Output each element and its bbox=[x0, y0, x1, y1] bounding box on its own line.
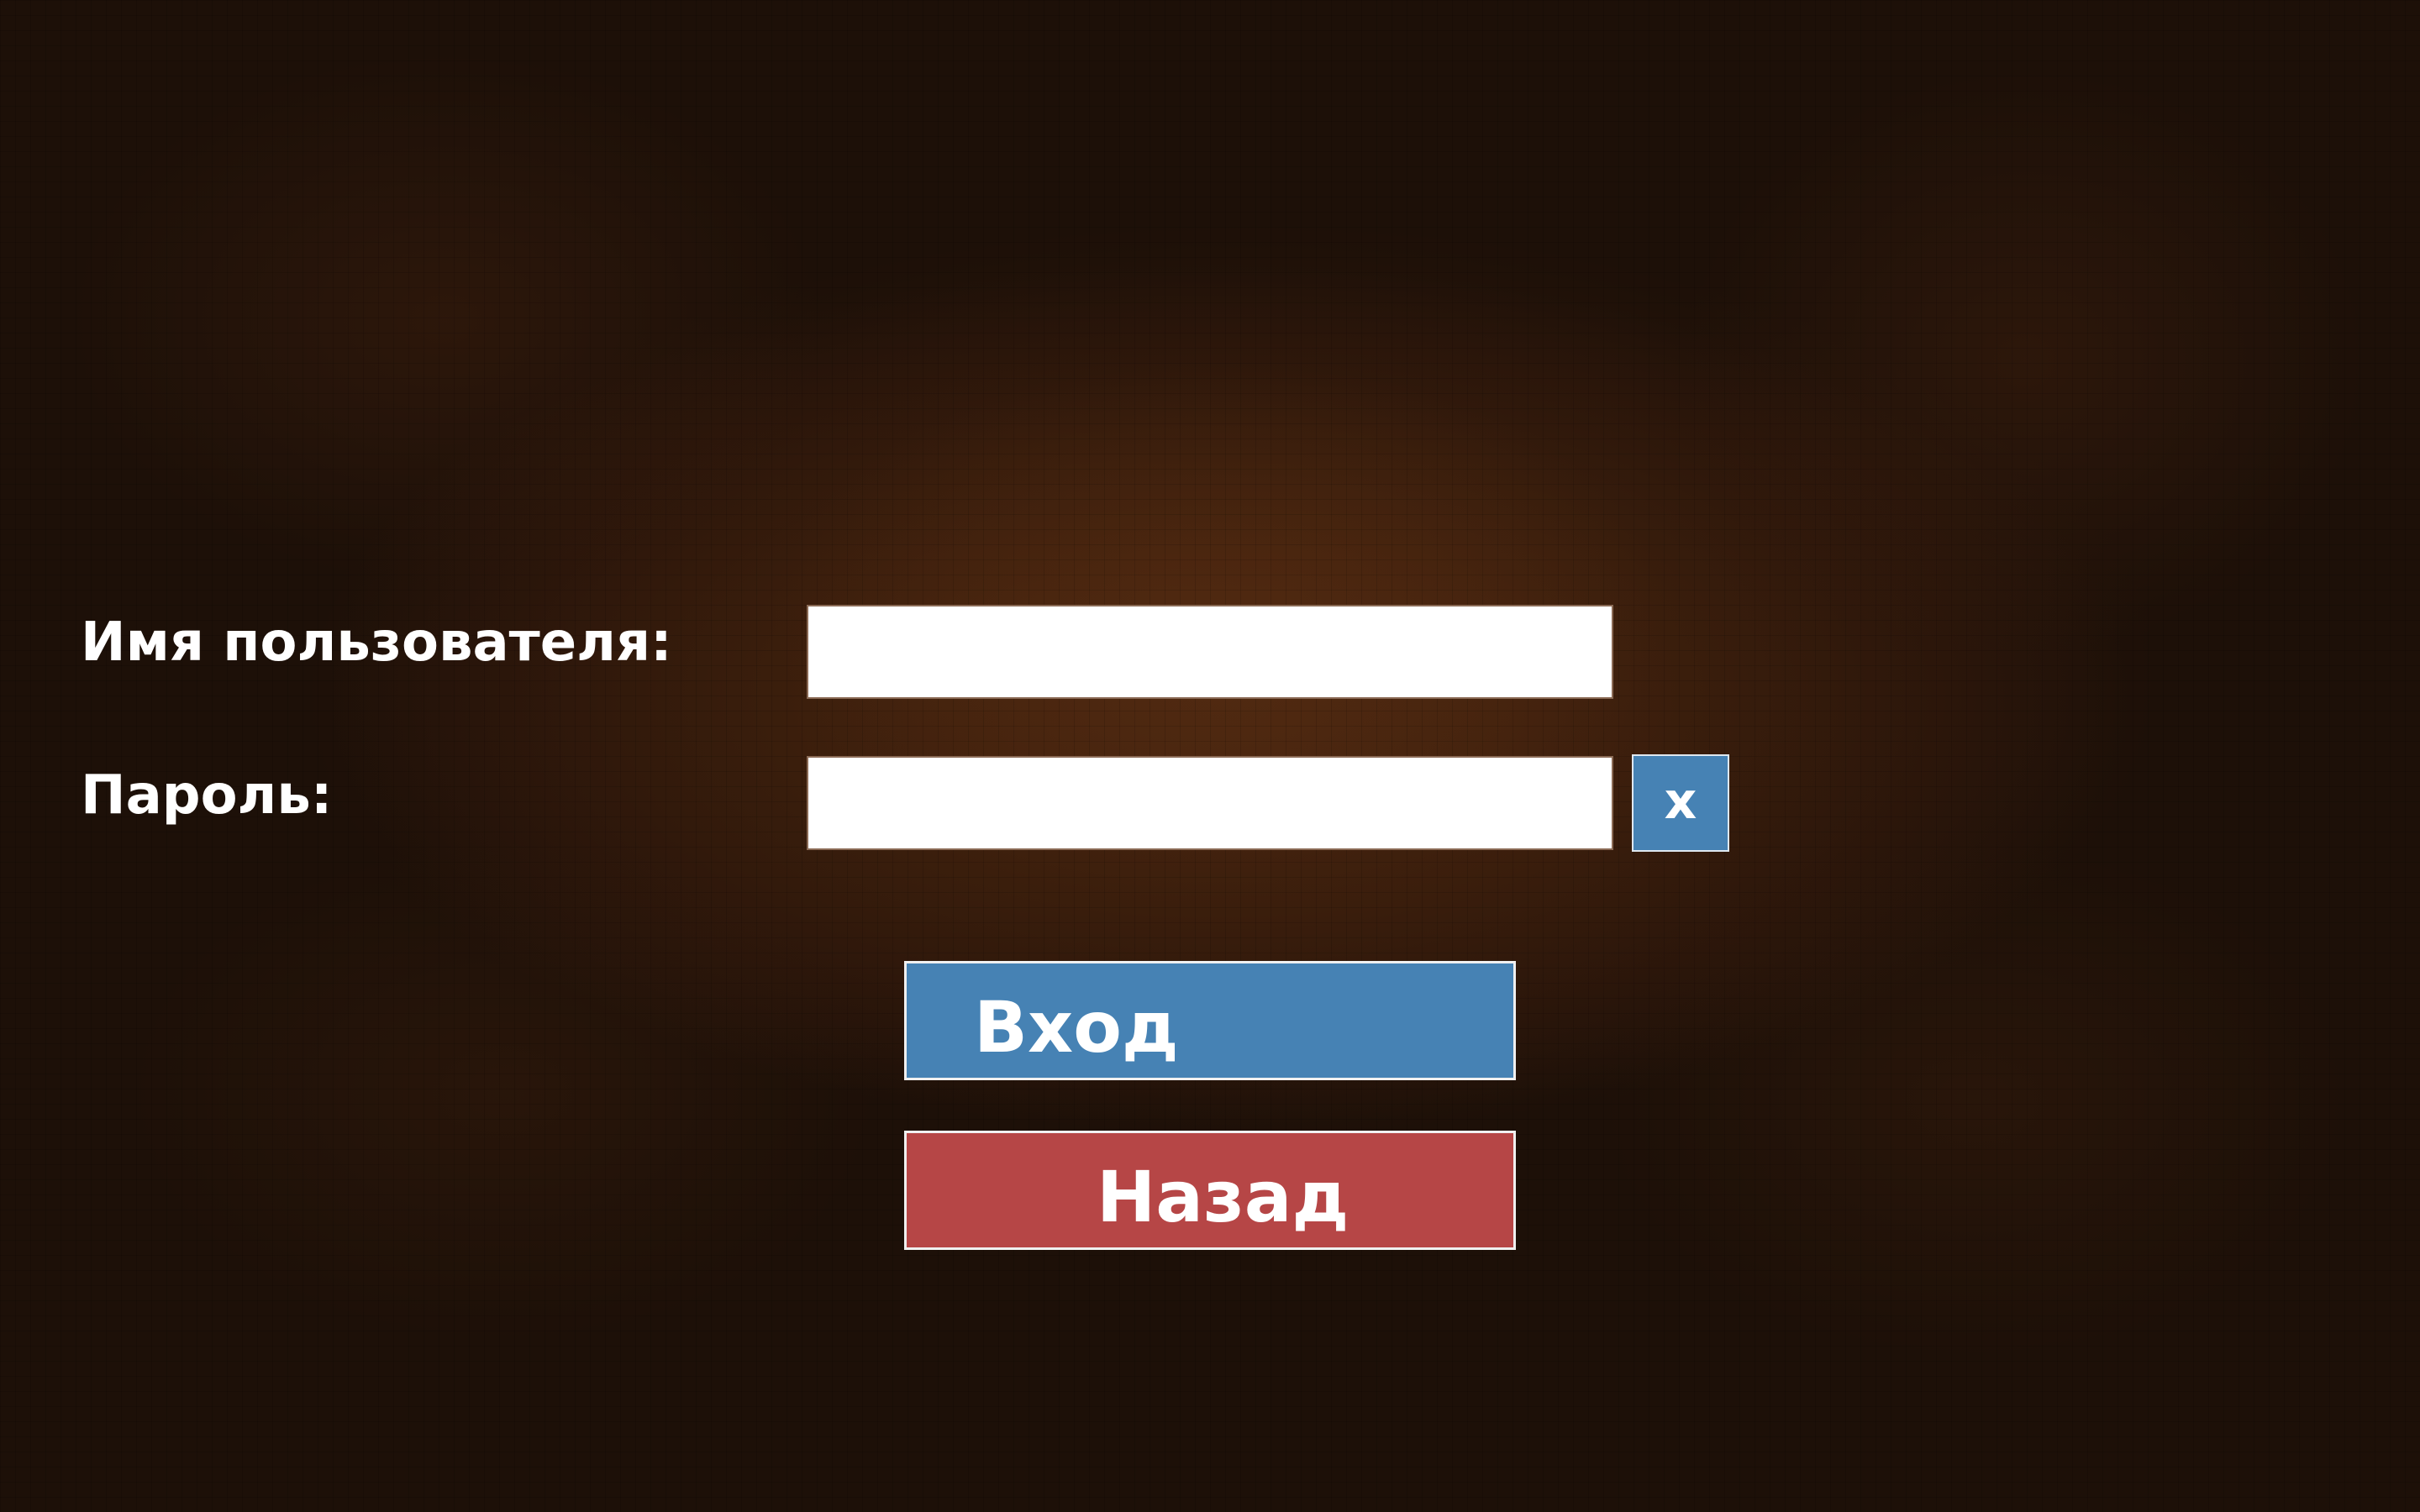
password-label: Пароль: bbox=[81, 764, 333, 827]
clear-password-button[interactable]: x bbox=[1632, 754, 1729, 852]
username-field[interactable] bbox=[807, 605, 1613, 699]
password-field[interactable] bbox=[807, 756, 1613, 850]
username-label: Имя пользователя: bbox=[81, 612, 672, 674]
login-button-label: Вход bbox=[974, 986, 1179, 1068]
login-button[interactable]: Вход bbox=[904, 961, 1516, 1080]
close-icon: x bbox=[1664, 772, 1697, 831]
back-button[interactable]: Назад bbox=[904, 1131, 1516, 1250]
back-button-label: Назад bbox=[1097, 1156, 1349, 1238]
